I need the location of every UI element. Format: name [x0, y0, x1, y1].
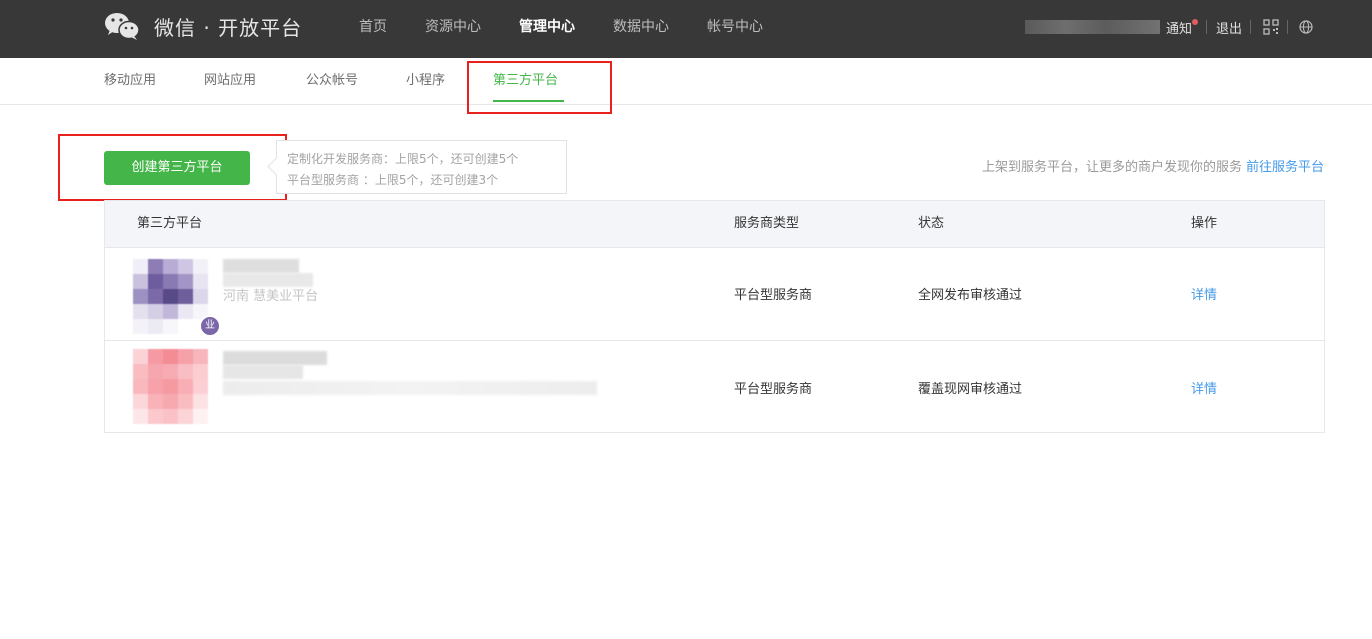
quota-custom-dev: 定制化开发服务商：上限5个，还可创建5个 — [287, 152, 519, 166]
top-nav-home[interactable]: 首页 — [359, 0, 387, 58]
platform-desc-blurred — [223, 381, 597, 395]
top-nav-account[interactable]: 帐号中心 — [707, 0, 763, 58]
globe-icon[interactable] — [1298, 19, 1314, 35]
avatar-image-blurred — [133, 259, 209, 335]
platform-name-blurred — [223, 365, 303, 379]
platform-table: 第三方平台 服务商类型 状态 操作 业 河南 慧美业平台 平台型服务商 全网发布… — [104, 200, 1325, 433]
divider — [1250, 20, 1251, 34]
top-nav-resources[interactable]: 资源中心 — [425, 0, 481, 58]
platform-avatar: 业 — [133, 259, 221, 337]
notify-label: 通知 — [1165, 21, 1192, 37]
service-type: 平台型服务商 — [734, 382, 813, 397]
divider — [1205, 20, 1207, 34]
table-row: 平台型服务商 覆盖现网审核通过 详情 — [105, 340, 1324, 434]
detail-link[interactable]: 详情 — [1191, 378, 1217, 397]
col-header-action: 操作 — [1191, 216, 1218, 231]
quota-platform: 平台型服务商 ：上限5个，还可创建3个 — [287, 173, 499, 187]
promo-text: 上架到服务平台，让更多的商户发现你的服务 — [981, 160, 1242, 175]
tab-mini-programs[interactable]: 小程序 — [406, 58, 445, 104]
platform-name-blurred — [223, 259, 299, 273]
platform-avatar — [133, 349, 209, 425]
industry-badge-icon: 业 — [199, 315, 221, 337]
tab-mobile-apps[interactable]: 移动应用 — [104, 58, 156, 104]
tab-web-apps[interactable]: 网站应用 — [204, 58, 256, 104]
top-bar: 微信 · 开放平台 首页 资源中心 管理中心 数据中心 帐号中心 通知 退出 — [0, 0, 1372, 58]
tab-official-accounts[interactable]: 公众帐号 — [306, 58, 358, 104]
detail-link[interactable]: 详情 — [1191, 284, 1217, 303]
quota-tooltip: 定制化开发服务商：上限5个，还可创建5个 平台型服务商 ：上限5个，还可创建3个 — [267, 140, 567, 194]
service-type: 平台型服务商 — [734, 288, 813, 303]
unread-dot — [1191, 18, 1198, 25]
notify-link[interactable]: 通知 — [1165, 18, 1198, 37]
table-row: 业 河南 慧美业平台 平台型服务商 全网发布审核通过 详情 — [105, 247, 1324, 340]
review-status: 覆盖现网审核通过 — [918, 382, 1023, 397]
col-header-status: 状态 — [918, 216, 945, 231]
review-status: 全网发布审核通过 — [918, 288, 1023, 303]
go-to-service-platform-link[interactable]: 前往服务平台 — [1246, 160, 1324, 175]
platform-name-blurred — [223, 351, 327, 365]
brand-title: 微信 · 开放平台 — [154, 15, 303, 40]
logout-link[interactable]: 退出 — [1216, 18, 1242, 37]
sub-nav: 移动应用 网站应用 公众帐号 小程序 第三方平台 — [0, 58, 1372, 105]
top-nav: 首页 资源中心 管理中心 数据中心 帐号中心 — [340, 0, 782, 58]
avatar-image-blurred — [133, 349, 209, 425]
table-header: 第三方平台 服务商类型 状态 操作 — [105, 201, 1324, 248]
account-name-blurred[interactable] — [1024, 20, 1160, 34]
qr-code-icon[interactable] — [1263, 19, 1279, 35]
col-header-platform: 第三方平台 — [137, 216, 203, 231]
top-nav-management[interactable]: 管理中心 — [519, 0, 575, 58]
divider — [1287, 20, 1288, 34]
wechat-logo-icon — [105, 13, 140, 40]
col-header-type: 服务商类型 — [734, 216, 800, 231]
highlight-box-create — [58, 134, 287, 201]
top-nav-data[interactable]: 数据中心 — [613, 0, 669, 58]
brand-logo[interactable]: 微信 · 开放平台 — [104, 10, 302, 42]
service-platform-promo: 上架到服务平台，让更多的商户发现你的服务 前往服务平台 — [982, 156, 1324, 175]
top-right-tools: 通知 退出 — [1024, 0, 1320, 54]
highlight-box-tab — [467, 61, 612, 114]
platform-name: 河南 慧美业平台 — [223, 289, 319, 304]
